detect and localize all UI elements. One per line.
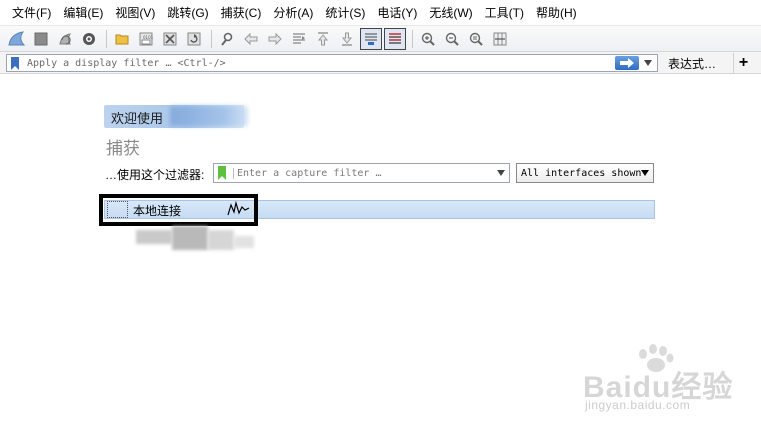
capture-filter-label: …使用这个过滤器:	[105, 168, 205, 182]
go-to-packet-icon[interactable]	[288, 28, 310, 50]
reload-icon[interactable]	[183, 28, 205, 50]
autoscroll-icon[interactable]	[360, 27, 382, 50]
zoom-in-icon[interactable]	[417, 28, 439, 50]
go-last-icon[interactable]	[336, 28, 358, 50]
capture-filter-placeholder: Enter a capture filter …	[233, 167, 382, 179]
menu-wireless[interactable]: 无线(W)	[423, 1, 478, 25]
menu-bar: 文件(F) 编辑(E) 视图(V) 跳转(G) 捕获(C) 分析(A) 统计(S…	[0, 0, 761, 26]
main-toolbar: 0101	[0, 26, 761, 52]
menu-telephony[interactable]: 电话(Y)	[371, 1, 423, 25]
bookmark-icon[interactable]	[9, 55, 21, 71]
watermark-logo: Baidu经验 jingyan.baidu.com	[583, 344, 753, 414]
restart-icon[interactable]	[54, 28, 76, 50]
display-filter-bar: Apply a display filter … <Ctrl-/> 表达式… +	[0, 52, 761, 74]
bookmark-icon[interactable]	[214, 164, 230, 182]
go-forward-icon[interactable]	[264, 28, 286, 50]
redacted-interface-list	[136, 226, 254, 254]
highlight-annotation-box	[99, 194, 258, 226]
svg-text:0101: 0101	[143, 35, 154, 40]
toolbar-separator	[106, 29, 107, 48]
colorize-icon[interactable]	[384, 27, 406, 50]
menu-view[interactable]: 视图(V)	[109, 1, 161, 25]
resize-columns-icon[interactable]	[489, 28, 511, 50]
menu-file[interactable]: 文件(F)	[6, 1, 57, 25]
menu-capture[interactable]: 捕获(C)	[215, 1, 268, 25]
options-gear-icon[interactable]	[78, 28, 100, 50]
open-folder-icon[interactable]	[111, 28, 133, 50]
close-file-icon[interactable]	[159, 28, 181, 50]
chevron-down-icon[interactable]	[642, 57, 654, 69]
chevron-down-icon	[641, 170, 649, 176]
redacted-app-name	[170, 106, 248, 126]
display-filter-input[interactable]: Apply a display filter … <Ctrl-/>	[6, 54, 658, 72]
menu-edit[interactable]: 编辑(E)	[57, 1, 109, 25]
menu-go[interactable]: 跳转(G)	[161, 1, 214, 25]
display-filter-placeholder: Apply a display filter … <Ctrl-/>	[27, 57, 226, 69]
interfaces-select[interactable]: All interfaces shown	[516, 163, 654, 183]
add-filter-button[interactable]: +	[733, 53, 753, 73]
go-first-icon[interactable]	[312, 28, 334, 50]
welcome-greeting: 欢迎使用	[111, 111, 164, 126]
menu-statistics[interactable]: 统计(S)	[319, 1, 371, 25]
expression-button[interactable]: 表达式…	[668, 55, 716, 72]
menu-analyze[interactable]: 分析(A)	[267, 1, 319, 25]
apply-filter-arrow-icon[interactable]	[615, 56, 639, 70]
watermark-url: jingyan.baidu.com	[585, 398, 691, 412]
chevron-down-icon[interactable]	[496, 168, 506, 178]
toolbar-separator	[412, 29, 413, 48]
menu-help[interactable]: 帮助(H)	[530, 1, 583, 25]
save-file-icon[interactable]: 0101	[135, 28, 157, 50]
capture-filter-input[interactable]: Enter a capture filter …	[213, 163, 510, 183]
zoom-out-icon[interactable]	[441, 28, 463, 50]
stop-icon[interactable]	[30, 28, 52, 50]
go-back-icon[interactable]	[240, 28, 262, 50]
shark-fin-start-icon[interactable]	[6, 28, 28, 50]
find-icon[interactable]	[216, 28, 238, 50]
zoom-normal-icon[interactable]	[465, 28, 487, 50]
capture-section-title: 捕获	[106, 139, 140, 158]
menu-tools[interactable]: 工具(T)	[479, 1, 530, 25]
toolbar-separator	[211, 29, 212, 48]
interfaces-select-value: All interfaces shown	[521, 167, 642, 179]
